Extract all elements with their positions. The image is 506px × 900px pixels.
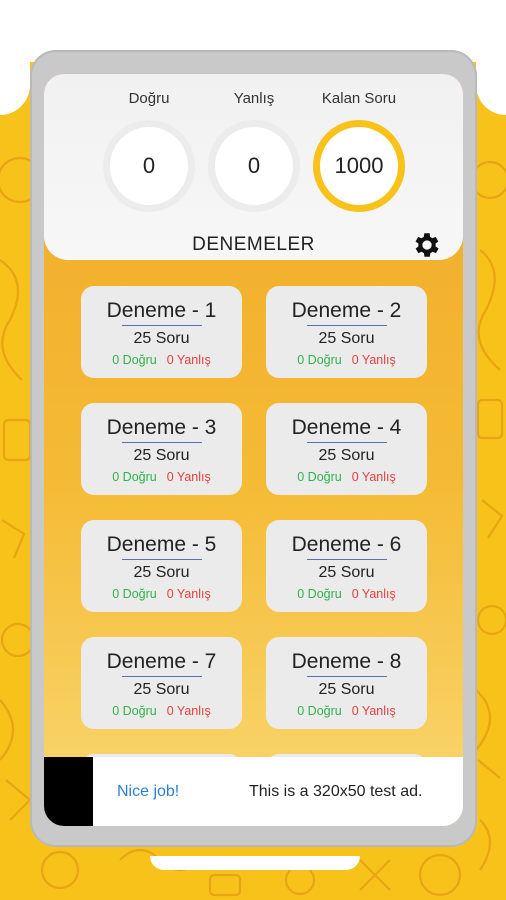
test-card-correct: 0 Doğru — [112, 704, 157, 718]
stat-wrong-label: Yanlış — [233, 90, 275, 107]
test-card[interactable]: Deneme - 7 25 Soru 0 Doğru 0 Yanlış — [81, 637, 242, 729]
stat-correct-value: 0 — [103, 120, 195, 212]
test-card-name: Deneme - 4 — [291, 416, 402, 439]
test-card-correct: 0 Doğru — [297, 470, 342, 484]
test-card-questions: 25 Soru — [318, 330, 375, 347]
test-card-wrong: 0 Yanlış — [166, 704, 211, 718]
test-card-questions: 25 Soru — [318, 681, 375, 698]
test-card-name: Deneme - 1 — [106, 299, 217, 322]
test-card-wrong: 0 Yanlış — [351, 353, 396, 367]
test-card-wrong: 0 Yanlış — [351, 704, 396, 718]
stat-wrong-value: 0 — [208, 120, 300, 212]
test-card-correct: 0 Doğru — [112, 353, 157, 367]
test-card[interactable]: Deneme - 4 25 Soru 0 Doğru 0 Yanlış — [266, 403, 427, 495]
test-card-name: Deneme - 6 — [291, 533, 402, 556]
test-card-wrong: 0 Yanlış — [166, 353, 211, 367]
test-card[interactable]: Deneme - 2 25 Soru 0 Doğru 0 Yanlış — [266, 286, 427, 378]
test-card-questions: 25 Soru — [133, 564, 190, 581]
test-card[interactable]: Deneme - 6 25 Soru 0 Doğru 0 Yanlış — [266, 520, 427, 612]
stat-remaining-value: 1000 — [313, 120, 405, 212]
test-card-wrong: 0 Yanlış — [351, 470, 396, 484]
stat-wrong: Yanlış 0 — [204, 90, 304, 212]
test-card[interactable]: Deneme - 5 25 Soru 0 Doğru 0 Yanlış — [81, 520, 242, 612]
test-card-correct: 0 Doğru — [112, 587, 157, 601]
test-card[interactable]: Deneme - 3 25 Soru 0 Doğru 0 Yanlış — [81, 403, 242, 495]
test-card-questions: 25 Soru — [133, 330, 190, 347]
test-card-correct: 0 Doğru — [297, 353, 342, 367]
test-card-name: Deneme - 5 — [106, 533, 217, 556]
gear-icon[interactable] — [411, 229, 443, 261]
stat-correct: Doğru 0 — [99, 90, 199, 212]
test-card-wrong: 0 Yanlış — [166, 470, 211, 484]
ad-message: This is a 320x50 test ad. — [249, 782, 423, 800]
test-card-wrong: 0 Yanlış — [166, 587, 211, 601]
ad-title[interactable]: Nice job! — [117, 783, 237, 801]
stat-remaining-label: Kalan Soru — [321, 90, 397, 107]
stat-remaining: Kalan Soru 1000 — [309, 90, 409, 212]
test-card-questions: 25 Soru — [133, 681, 190, 698]
ad-banner[interactable]: Nice job! This is a 320x50 test ad. — [44, 757, 463, 826]
test-card-correct: 0 Doğru — [112, 470, 157, 484]
phone-frame: Doğru 0 Yanlış 0 Kalan Soru 1000 DENEMEL… — [30, 50, 477, 847]
test-card-questions: 25 Soru — [318, 447, 375, 464]
test-card[interactable]: Deneme - 8 25 Soru 0 Doğru 0 Yanlış — [266, 637, 427, 729]
test-card-name: Deneme - 3 — [106, 416, 217, 439]
test-card-correct: 0 Doğru — [297, 704, 342, 718]
app-screen: Doğru 0 Yanlış 0 Kalan Soru 1000 DENEMEL… — [44, 74, 463, 826]
bottom-white-tab — [150, 856, 360, 870]
stats-header: Doğru 0 Yanlış 0 Kalan Soru 1000 DENEMEL… — [44, 74, 463, 260]
test-card-questions: 25 Soru — [133, 447, 190, 464]
test-card-wrong: 0 Yanlış — [351, 587, 396, 601]
test-card[interactable]: Deneme - 1 25 Soru 0 Doğru 0 Yanlış — [81, 286, 242, 378]
test-card-name: Deneme - 7 — [106, 650, 217, 673]
test-card-correct: 0 Doğru — [297, 587, 342, 601]
test-card-questions: 25 Soru — [318, 564, 375, 581]
test-card-name: Deneme - 2 — [291, 299, 402, 322]
test-card-name: Deneme - 8 — [291, 650, 402, 673]
ad-image — [44, 757, 93, 826]
stat-correct-label: Doğru — [128, 90, 170, 107]
section-title: DENEMELER — [192, 234, 315, 255]
